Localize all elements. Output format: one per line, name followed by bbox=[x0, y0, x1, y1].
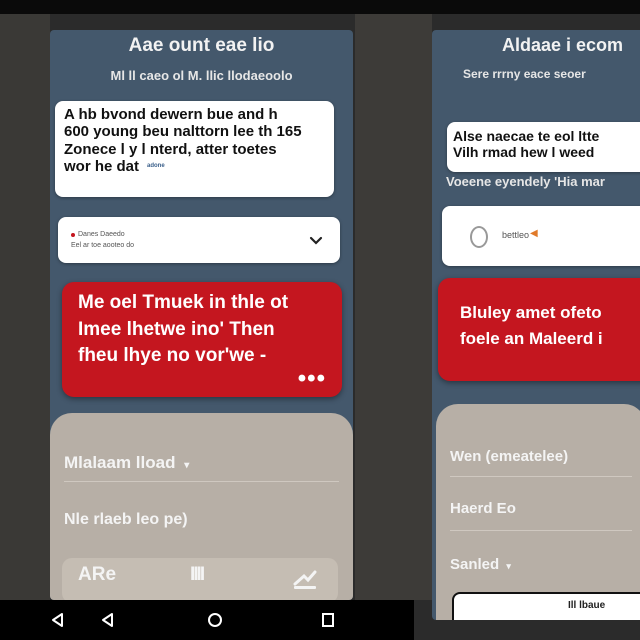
alert-line: foele an Maleerd i bbox=[460, 329, 603, 349]
page-title: Aldaae i ecom bbox=[502, 35, 624, 55]
page-subtitle: Sere rrrny eace seoer bbox=[463, 67, 586, 81]
alert-line: fheu lhye no vor'we - bbox=[78, 345, 267, 367]
android-nav-bar bbox=[0, 600, 414, 640]
contact-line: Danes Daeedo bbox=[71, 229, 134, 240]
chevron-down-icon: ▾ bbox=[184, 460, 190, 471]
message-line: A hb bvond dewern bue and h bbox=[64, 106, 278, 123]
contact-line: Eel ar toe aooteo do bbox=[71, 242, 135, 250]
alert-banner[interactable]: Me oel Tmuek in thle ot Imee lhetwe ino'… bbox=[62, 282, 342, 397]
message-line: 600 young beu nalttorn lee th 165 bbox=[64, 123, 302, 141]
middle-background bbox=[355, 14, 432, 600]
contact-card[interactable]: bettleo ◀ bbox=[442, 206, 640, 266]
message-card[interactable]: A hb bvond dewern bue and h 600 young be… bbox=[55, 101, 334, 197]
bottom-action-label: Ill lbaue bbox=[568, 600, 606, 611]
back-icon[interactable] bbox=[48, 610, 68, 630]
caption-text: Voeene eyendely 'Hia mar bbox=[446, 174, 605, 189]
alert-line: Me oel Tmuek in thle ot bbox=[78, 292, 289, 313]
contact-label: bettleo bbox=[502, 230, 530, 240]
alert-banner[interactable]: Bluley amet ofeto foele an Maleerd i bbox=[438, 278, 640, 381]
message-line: Alse naecae te eol ltte bbox=[453, 128, 600, 144]
divider bbox=[450, 476, 632, 477]
toolbar-left-button[interactable]: ARe bbox=[78, 564, 116, 586]
toolbar-middle-button[interactable]: IIII bbox=[190, 564, 205, 586]
menu-item[interactable]: Sanled ▾ bbox=[450, 556, 632, 573]
alert-line: Bluley amet ofeto bbox=[460, 303, 602, 322]
message-tag: adone bbox=[147, 162, 165, 169]
chevron-down-icon: ▾ bbox=[506, 561, 511, 571]
menu-item[interactable]: Wen (emeatelee) bbox=[450, 448, 632, 465]
back-icon[interactable] bbox=[98, 610, 118, 630]
menu-item[interactable]: Mlalaam lload ▾ bbox=[64, 453, 339, 473]
contact-card[interactable]: Danes Daeedo Eel ar toe aooteo do bbox=[58, 217, 340, 263]
right-phone-screen: Aldaae i ecom Sere rrrny eace seoer Alse… bbox=[432, 30, 640, 620]
message-line: wor he dat adone bbox=[64, 157, 165, 175]
more-dots-icon[interactable]: ••• bbox=[298, 365, 326, 393]
bottom-toolbar: ARe IIII bbox=[62, 558, 338, 600]
bottom-sheet: Mlalaam lload ▾ Nle rlaeb leo pe) ARe II… bbox=[50, 413, 353, 600]
orange-chevron-icon: ◀ bbox=[530, 228, 538, 239]
share-hand-icon[interactable] bbox=[292, 566, 318, 592]
recent-apps-icon[interactable] bbox=[318, 610, 338, 630]
menu-item[interactable]: Haerd Eo bbox=[450, 500, 632, 517]
left-phone-screen: Aae ount eae lio Ml ll caeo ol M. llic l… bbox=[50, 30, 353, 600]
top-status-bar bbox=[0, 0, 640, 14]
divider bbox=[64, 481, 339, 482]
red-dot-icon bbox=[71, 232, 75, 237]
left-background bbox=[0, 14, 50, 600]
home-icon[interactable] bbox=[205, 610, 225, 630]
page-title: Aae ount eae lio bbox=[128, 35, 275, 56]
alert-line: Imee lhetwe ino' Then bbox=[78, 318, 275, 340]
page-subtitle: Ml ll caeo ol M. llic llodaeoolo bbox=[110, 68, 293, 83]
menu-item[interactable]: Nle rlaeb leo pe) bbox=[64, 511, 339, 529]
avatar-icon bbox=[470, 226, 488, 248]
message-line: Zonece l y l nterd, atter toetes bbox=[64, 140, 277, 158]
bottom-sheet: Wen (emeatelee) Haerd Eo Sanled ▾ Ill lb… bbox=[436, 404, 640, 620]
bottom-action-button[interactable]: Ill lbaue bbox=[452, 592, 640, 620]
divider bbox=[450, 530, 632, 531]
chevron-down-icon[interactable] bbox=[309, 234, 323, 246]
message-line: Vilh rmad hew l weed bbox=[453, 144, 595, 161]
message-card[interactable]: Alse naecae te eol ltte Vilh rmad hew l … bbox=[447, 122, 640, 172]
